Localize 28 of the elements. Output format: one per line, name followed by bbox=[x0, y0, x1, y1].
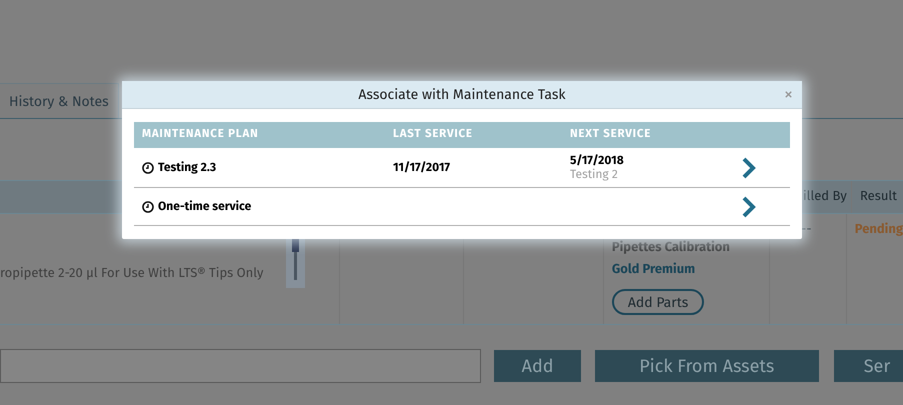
next-service-date: 5/17/2018 bbox=[570, 154, 625, 168]
clock-icon bbox=[142, 200, 154, 212]
add-parts-button[interactable]: Add Parts bbox=[612, 289, 704, 315]
plan-name: Testing 2.3 bbox=[158, 160, 216, 176]
action-button[interactable]: Add bbox=[494, 350, 581, 382]
column-header: MAINTENANCE PLAN bbox=[141, 126, 260, 144]
plan-type: Pipettes Calibration bbox=[612, 239, 730, 257]
close-button[interactable]: × bbox=[784, 85, 793, 103]
column-header: NEXT SERVICE bbox=[569, 126, 652, 144]
dialog-title: Associate with Maintenance Task bbox=[358, 85, 566, 105]
plan-row[interactable]: Testing 2.3 11/17/2017 5/17/2018 Testing 2 bbox=[134, 148, 790, 188]
next-service-task: Testing 2 bbox=[570, 168, 619, 182]
last-service-date: 11/17/2017 bbox=[393, 160, 450, 175]
plan-name: One-time service bbox=[158, 198, 252, 216]
history-tab[interactable]: History & Notes bbox=[0, 83, 119, 118]
clock-icon bbox=[142, 162, 154, 174]
filled-by: -- bbox=[801, 222, 812, 237]
action-button[interactable]: Ser bbox=[834, 350, 903, 382]
chevron-right-icon[interactable] bbox=[742, 196, 756, 218]
result-status: Pending bbox=[854, 222, 903, 237]
product-description: ropipette 2-20 µl For Use With LTS® Tips Only bbox=[0, 265, 264, 284]
table-header-cell: Result bbox=[851, 181, 903, 213]
action-button[interactable]: Pick From Assets bbox=[594, 350, 819, 382]
plan-level: Gold Premium bbox=[612, 260, 696, 278]
column-header: LAST SERVICE bbox=[392, 126, 474, 144]
input-field[interactable] bbox=[0, 349, 482, 383]
chevron-right-icon[interactable] bbox=[742, 156, 756, 178]
plan-row[interactable]: One-time service bbox=[134, 188, 790, 226]
